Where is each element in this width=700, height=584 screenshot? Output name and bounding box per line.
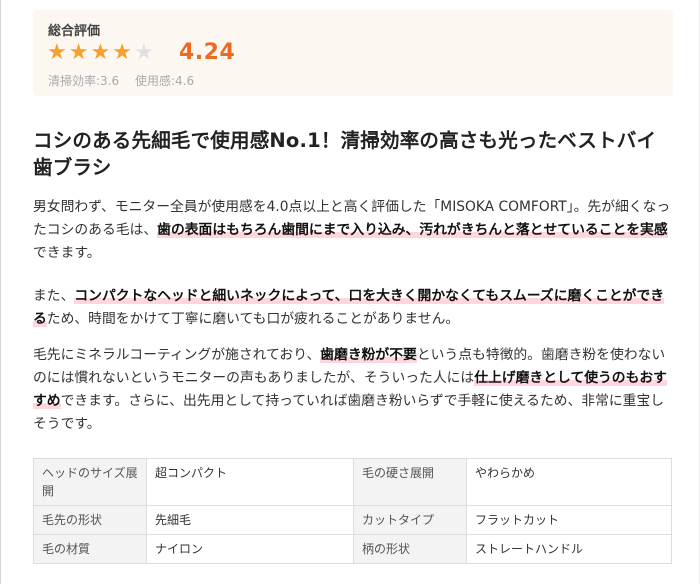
star-empty-icon: ★ [133,40,154,65]
spec-key: 毛先の形状 [33,505,147,535]
table-row: 毛先の形状 先細毛 カットタイプ フラットカット [33,505,672,535]
rating-label: 総合評価 [48,24,101,39]
highlight-text: 歯の表面はもちろん歯間にまで入り込み、汚れがきちんと落とせていることを実感 [157,222,668,238]
star-rating: ★ ★ ★ ★ ★ [47,42,154,64]
text: できます。さらに、出先用として持っていれば歯磨き粉いらずで手軽に使えるため、非常… [33,393,665,432]
text: ため、時間をかけて丁寧に磨いても口が疲れることがありません。 [46,311,460,327]
spec-value: やわらかめ [466,458,672,506]
spec-value: 超コンパクト [146,458,354,506]
spec-key: 毛の硬さ展開 [353,458,467,506]
highlight-text: 歯磨き粉が不要 [320,347,417,363]
star-icon: ★ [90,40,111,65]
text: また、 [33,288,75,304]
star-icon: ★ [47,40,67,65]
spec-key: 毛の材質 [33,534,147,564]
paragraph-2: また、コンパクトなヘッドと細いネックによって、口を大きく開かなくてもスムーズに磨… [33,285,673,331]
left-border [0,0,1,584]
spec-key: 柄の形状 [353,534,467,564]
table-row: ヘッドのサイズ展開 超コンパクト 毛の硬さ展開 やわらかめ [33,458,672,506]
text: 毛先にミネラルコーティングが施されており、 [33,347,321,363]
spec-value: フラットカット [466,505,672,535]
rating-box: 総合評価 ★ ★ ★ ★ ★ 4.24 清掃効率:3.6 使用感:4.6 [33,10,673,96]
rating-score: 4.24 [179,40,236,65]
usability-score: 使用感:4.6 [134,74,195,88]
spec-key: ヘッドのサイズ展開 [33,458,147,506]
table-row: 毛の材質 ナイロン 柄の形状 ストレートハンドル [33,534,672,564]
spec-table: ヘッドのサイズ展開 超コンパクト 毛の硬さ展開 やわらかめ 毛先の形状 先細毛 … [33,458,672,564]
spec-value: 先細毛 [146,505,354,535]
spec-value: ナイロン [146,534,354,564]
paragraph-3: 毛先にミネラルコーティングが施されており、歯磨き粉が不要という点も特徴的。歯磨き… [33,344,673,436]
cleaning-efficiency-score: 清掃効率:3.6 [48,74,120,88]
star-icon: ★ [112,40,132,65]
sub-scores: 清掃効率:3.6 使用感:4.6 [48,72,206,89]
spec-key: カットタイプ [353,505,467,535]
text: できます。 [33,245,101,261]
spec-value: ストレートハンドル [466,534,672,564]
review-headline: コシのある先細毛で使用感No.1！清掃効率の高さも光ったベストバイ歯ブラシ [33,129,657,179]
paragraph-1: 男女問わず、モニター全員が使用感を4.0点以上と高く評価した「MISOKA CO… [33,196,673,265]
star-icon: ★ [68,40,89,65]
